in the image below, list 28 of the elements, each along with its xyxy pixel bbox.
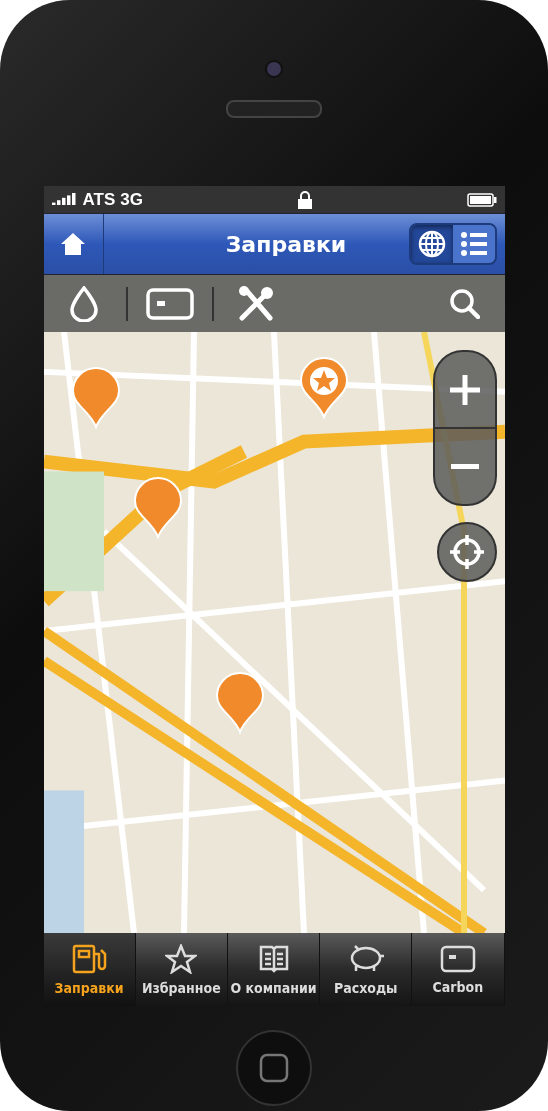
tab[interactable]: О компании (227, 933, 321, 1006)
drop-icon (68, 285, 99, 322)
network-type: 3G (120, 189, 143, 210)
battery-icon (466, 192, 497, 207)
camera-icon (265, 60, 283, 78)
plus-icon (449, 374, 480, 405)
crosshair-icon (449, 535, 484, 569)
card-icon (145, 287, 194, 320)
star-icon (165, 943, 198, 974)
tab[interactable]: Расходы (320, 933, 413, 1006)
tab[interactable]: Заправки (43, 933, 136, 1006)
tab[interactable]: Carbon (412, 933, 505, 1006)
fuel-pump-icon (71, 943, 108, 974)
map-view-button[interactable] (410, 225, 453, 263)
card-icon (439, 944, 476, 973)
lock-icon (297, 190, 312, 209)
home-icon (60, 232, 86, 256)
minus-icon (450, 463, 479, 470)
tab[interactable]: Избранное (135, 933, 228, 1006)
signal-icon (51, 192, 78, 207)
carrier-name: ATS (82, 189, 116, 210)
list-icon (459, 231, 488, 257)
search-icon (449, 288, 480, 319)
list-view-button[interactable] (452, 225, 495, 263)
globe-icon (417, 230, 446, 258)
screen-title: Заправки (224, 231, 348, 257)
rounded-square-icon (259, 1053, 289, 1083)
book-icon (257, 943, 290, 974)
